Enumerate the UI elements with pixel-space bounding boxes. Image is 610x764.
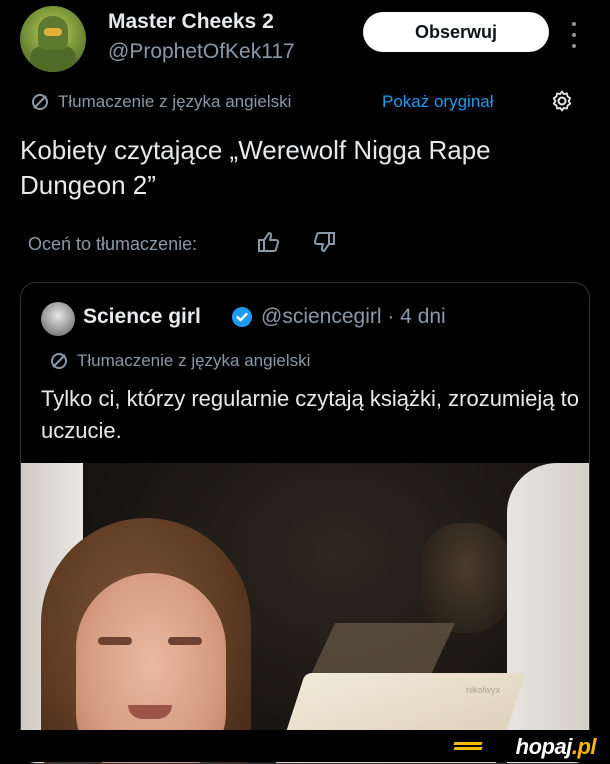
brand-suffix: .pl xyxy=(571,734,597,759)
quoted-tweet-text: Tylko ci, którzy regularnie czytają ksią… xyxy=(41,386,579,443)
display-name[interactable]: Master Cheeks 2 xyxy=(108,10,274,34)
brand-main: hopaj xyxy=(515,734,573,759)
follow-button[interactable]: Obserwuj xyxy=(363,12,549,52)
quoted-translation-label: Tłumaczenie z języka angielski xyxy=(77,351,311,370)
rate-translation-label: Oceń to tłumaczenie: xyxy=(28,233,198,254)
media-person-eye xyxy=(98,637,132,645)
user-avatar[interactable] xyxy=(20,6,86,72)
user-handle[interactable]: @ProphetOfKek117 xyxy=(108,40,295,64)
media-watermark: nikolwyx xyxy=(466,685,501,695)
media-window-frame-right xyxy=(507,463,589,763)
thumbs-down-icon[interactable] xyxy=(311,229,337,255)
translation-indicator: Tłumaczenie z języka angielski xyxy=(30,90,291,114)
quoted-display-name[interactable]: Science girl xyxy=(83,305,201,329)
quoted-user-avatar[interactable] xyxy=(41,302,75,336)
translation-label: Tłumaczenie z języka angielski xyxy=(58,92,292,111)
media-person-mouth xyxy=(128,705,172,719)
quoted-media-video[interactable]: nikolwyx xyxy=(21,463,589,763)
quoted-tweet-card[interactable]: Science girl @sciencegirl · 4 dni Tłumac… xyxy=(20,282,590,764)
gear-icon[interactable] xyxy=(550,89,574,113)
quoted-translation-indicator: Tłumaczenie z języka angielski xyxy=(49,349,310,373)
more-options-icon[interactable] xyxy=(567,22,581,48)
avatar-figure-visor xyxy=(44,28,62,36)
translate-slash-icon xyxy=(51,353,67,369)
brand-stripes-icon xyxy=(453,742,483,754)
tweet-text: Kobiety czytające „Werewolf Nigga Rape D… xyxy=(20,135,491,200)
show-original-link[interactable]: Pokaż oryginał xyxy=(382,90,494,114)
media-background-person xyxy=(421,523,511,633)
media-person-eye xyxy=(168,637,202,645)
quoted-handle-time[interactable]: @sciencegirl · 4 dni xyxy=(261,305,446,329)
verified-badge-icon xyxy=(232,307,252,327)
brand-logo: hopaj.pl xyxy=(515,734,597,760)
thumbs-up-icon[interactable] xyxy=(256,229,282,255)
translate-slash-icon xyxy=(32,94,48,110)
